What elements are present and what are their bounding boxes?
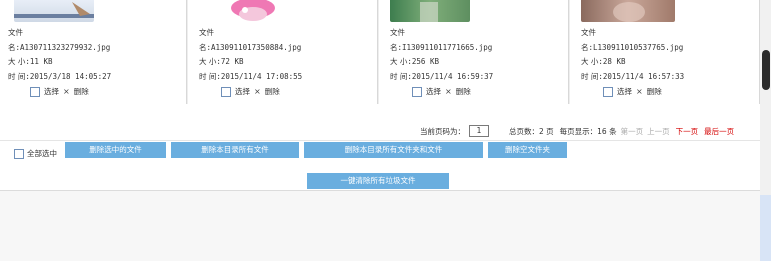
delete-link[interactable]: 删除 bbox=[456, 86, 471, 97]
file-time: 2015/11/4 17:08:55 bbox=[220, 71, 303, 81]
page-number-input[interactable]: 1 bbox=[469, 125, 489, 137]
current-page-label: 当前页码为： bbox=[420, 126, 465, 136]
select-all-label: 全部选中 bbox=[27, 149, 57, 158]
file-card: 文件 名:A130911017350884.jpg 大 小:72 KB 时 间:… bbox=[191, 0, 378, 104]
delete-link[interactable]: 删除 bbox=[265, 86, 280, 97]
delete-selected-button[interactable]: 删除选中的文件 bbox=[65, 142, 166, 158]
file-name: I130911011771665.jpg bbox=[402, 42, 493, 52]
scrollbar-thumb[interactable] bbox=[762, 50, 770, 90]
scrollbar-lower-track bbox=[760, 195, 771, 261]
file-time-label: 时 间 bbox=[199, 71, 217, 81]
delete-link[interactable]: 删除 bbox=[647, 86, 662, 97]
file-type-label: 文件 bbox=[8, 28, 23, 37]
file-card: 文件 名:A130711323279932.jpg 大 小:11 KB 时 间:… bbox=[0, 0, 187, 104]
file-thumbnail[interactable] bbox=[390, 0, 470, 22]
select-label: 选择 bbox=[44, 87, 59, 96]
file-time-label: 时 间 bbox=[390, 71, 408, 81]
select-checkbox[interactable] bbox=[412, 86, 422, 97]
file-time-label: 时 间 bbox=[581, 71, 599, 81]
file-thumbnail[interactable] bbox=[227, 0, 279, 22]
file-name: L130911010537765.jpg bbox=[593, 42, 684, 52]
file-size-label: 大 小 bbox=[8, 57, 26, 66]
file-size: 256 KB bbox=[411, 57, 439, 66]
file-size: 11 KB bbox=[29, 57, 53, 66]
file-time-label: 时 间 bbox=[8, 71, 26, 81]
per-page-label: 每页显示：16 条 bbox=[559, 126, 617, 136]
prev-page-link[interactable]: 上一页 bbox=[647, 126, 670, 137]
select-all[interactable]: 全部选中 bbox=[14, 148, 57, 159]
delete-dir-files-button[interactable]: 删除本目录所有文件 bbox=[171, 142, 299, 158]
delete-icon[interactable]: × bbox=[445, 87, 452, 96]
file-card: 文件 名:L130911010537765.jpg 大 小:28 KB 时 间:… bbox=[573, 0, 760, 104]
select-label: 选择 bbox=[617, 87, 632, 96]
file-size-label: 大 小 bbox=[390, 57, 408, 66]
file-time: 2015/11/4 16:59:37 bbox=[411, 71, 494, 81]
first-page-link[interactable]: 第一页 bbox=[621, 126, 644, 137]
file-size-label: 大 小 bbox=[581, 57, 599, 66]
delete-empty-dirs-button[interactable]: 删除空文件夹 bbox=[488, 142, 567, 158]
delete-icon[interactable]: × bbox=[63, 87, 70, 96]
delete-dir-all-button[interactable]: 删除本目录所有文件夹和文件 bbox=[304, 142, 483, 158]
empty-area bbox=[0, 191, 760, 261]
pagination: 当前页码为： 1 总页数：2 页 每页显示：16 条 第一页 上一页 下一页 最… bbox=[420, 125, 734, 137]
divider bbox=[0, 140, 760, 141]
clear-junk-button[interactable]: 一键清除所有垃圾文件 bbox=[307, 173, 449, 189]
delete-icon[interactable]: × bbox=[636, 87, 643, 96]
file-type-label: 文件 bbox=[390, 28, 405, 37]
select-all-checkbox[interactable] bbox=[14, 148, 24, 159]
select-label: 选择 bbox=[235, 87, 250, 96]
total-pages-label: 总页数：2 页 bbox=[509, 126, 554, 136]
file-size-label: 大 小 bbox=[199, 57, 217, 66]
file-time: 2015/3/18 14:05:27 bbox=[29, 71, 112, 81]
file-type-label: 文件 bbox=[199, 28, 214, 37]
select-label: 选择 bbox=[426, 87, 441, 96]
file-name-label: 名 bbox=[390, 42, 398, 52]
last-page-link[interactable]: 最后一页 bbox=[704, 126, 734, 137]
file-name: A130911017350884.jpg bbox=[211, 42, 302, 52]
delete-icon[interactable]: × bbox=[254, 87, 261, 96]
file-thumbnail[interactable] bbox=[14, 0, 94, 22]
file-time: 2015/11/4 16:57:33 bbox=[602, 71, 685, 81]
select-checkbox[interactable] bbox=[30, 86, 40, 97]
select-checkbox[interactable] bbox=[221, 86, 231, 97]
file-name: A130711323279932.jpg bbox=[20, 42, 111, 52]
file-type-label: 文件 bbox=[581, 28, 596, 37]
next-page-link[interactable]: 下一页 bbox=[676, 126, 699, 137]
file-card: 文件 名:I130911011771665.jpg 大 小:256 KB 时 间… bbox=[382, 0, 569, 104]
file-thumbnail[interactable] bbox=[581, 0, 675, 22]
file-cards: 文件 名:A130711323279932.jpg 大 小:11 KB 时 间:… bbox=[0, 0, 760, 104]
delete-link[interactable]: 删除 bbox=[74, 86, 89, 97]
file-size: 28 KB bbox=[602, 57, 626, 66]
file-name-label: 名 bbox=[8, 42, 16, 52]
file-size: 72 KB bbox=[220, 57, 244, 66]
file-name-label: 名 bbox=[199, 42, 207, 52]
select-checkbox[interactable] bbox=[603, 86, 613, 97]
file-name-label: 名 bbox=[581, 42, 589, 52]
